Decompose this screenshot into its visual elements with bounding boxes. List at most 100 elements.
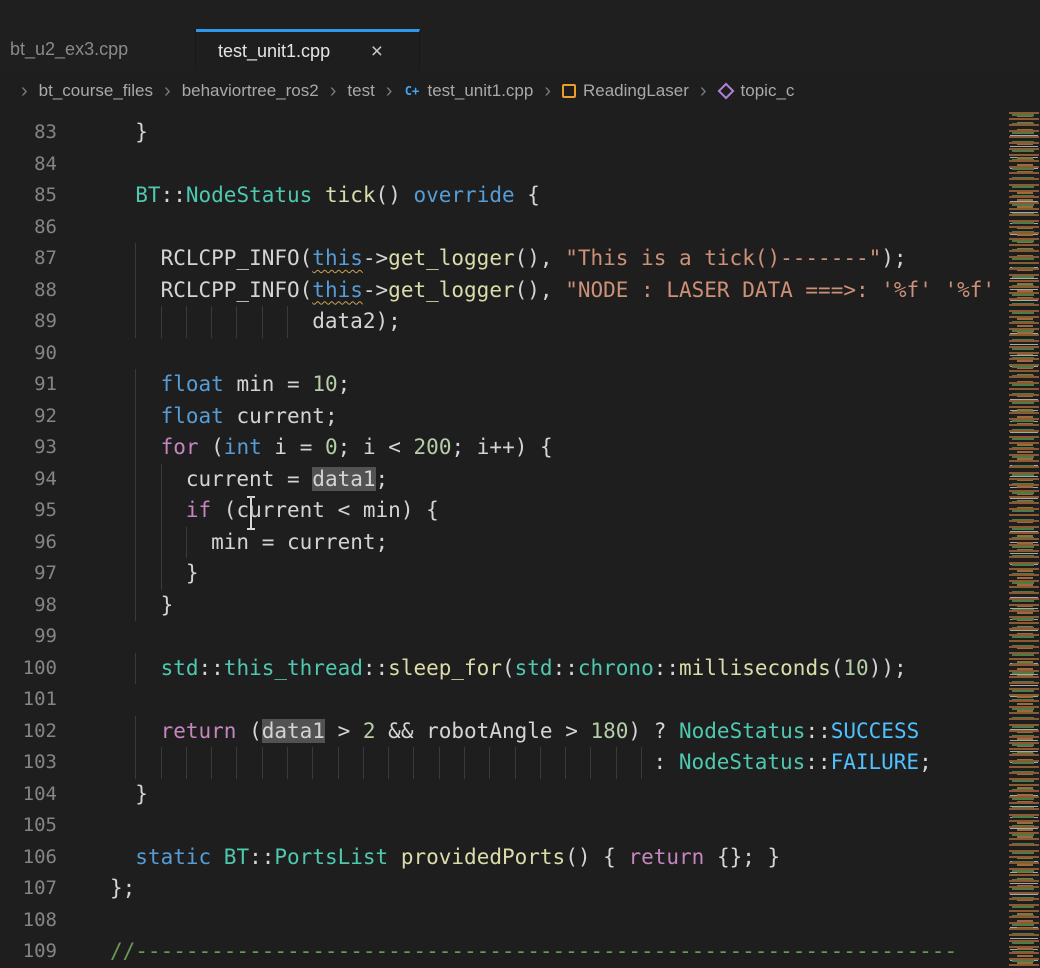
code-line-text[interactable]: float min = 10; <box>57 369 1040 401</box>
code-token: ); <box>881 246 906 270</box>
code-line-text[interactable]: if (current < min) { <box>57 495 1040 527</box>
code-token: PortsList <box>274 845 388 869</box>
code-line-text[interactable]: return (data1 > 2 && robotAngle > 180) ?… <box>57 716 1040 748</box>
vscode-window: bt_u2_ex3.cpp test_unit1.cpp× › bt_course_… <box>0 0 1040 968</box>
code-line-text[interactable]: }; <box>57 873 1040 905</box>
indent-guide <box>161 747 186 779</box>
indent-guide <box>135 716 160 748</box>
code-line: 108 <box>0 905 1040 937</box>
code-line-text[interactable]: data2); <box>57 306 1040 338</box>
code-editor[interactable]: 83}8485BT::NodeStatus tick() override {8… <box>0 112 1040 968</box>
indent-guide <box>135 558 160 590</box>
code-line-text[interactable] <box>57 684 1040 716</box>
code-token: milliseconds <box>679 656 831 680</box>
code-line-text[interactable]: } <box>57 590 1040 622</box>
indent <box>110 842 135 874</box>
code-line-text[interactable]: BT::NodeStatus tick() override { <box>57 180 1040 212</box>
close-icon[interactable]: × <box>371 41 383 62</box>
code-token: BT <box>135 183 160 207</box>
breadcrumb-item-topic_c[interactable]: topic_c <box>718 81 795 101</box>
code-token: ; <box>376 530 389 554</box>
code-line-text[interactable] <box>57 338 1040 370</box>
line-number: 95 <box>0 495 57 527</box>
indent-guide <box>464 747 489 779</box>
indent-guide <box>363 747 388 779</box>
code-line-text[interactable]: min = current; <box>57 527 1040 559</box>
indent <box>110 747 135 779</box>
breadcrumb-item-ReadingLaser[interactable]: ReadingLaser <box>562 81 689 101</box>
breadcrumb-item-behaviortree_ros2[interactable]: behaviortree_ros2 <box>182 81 319 101</box>
code-token: ; <box>919 750 932 774</box>
indent-guide <box>135 653 160 685</box>
code-token: current <box>287 530 376 554</box>
code-token: chrono <box>578 656 654 680</box>
code-token: 0 <box>325 435 338 459</box>
code-token: FAILURE <box>831 750 920 774</box>
line-number: 97 <box>0 558 57 590</box>
line-number: 88 <box>0 275 57 307</box>
code-token: ( <box>300 246 313 270</box>
code-line-text[interactable]: : NodeStatus::FAILURE; <box>57 747 1040 779</box>
indent-guide <box>338 747 363 779</box>
code-line-text[interactable] <box>57 212 1040 244</box>
breadcrumb-item-test_unit1.cpp[interactable]: C+test_unit1.cpp <box>403 81 533 101</box>
code-token: BT <box>224 845 249 869</box>
code-line-text[interactable] <box>57 905 1040 937</box>
code-token: static <box>135 845 211 869</box>
code-token: data1 <box>312 467 375 491</box>
code-token: < <box>376 435 414 459</box>
tab-label: bt_u2_ex3.cpp <box>10 39 128 60</box>
indent <box>110 243 135 275</box>
code-token: = <box>274 467 312 491</box>
code-token: ( <box>236 719 261 743</box>
code-line-text[interactable]: float current; <box>57 401 1040 433</box>
code-token: i <box>274 435 287 459</box>
breadcrumb-item-test[interactable]: test <box>347 81 374 101</box>
code-token: && <box>376 719 427 743</box>
code-line-text[interactable] <box>57 149 1040 181</box>
code-token: this <box>312 278 363 302</box>
code-line-text[interactable]: //--------------------------------------… <box>57 936 1040 968</box>
code-line-text[interactable] <box>57 621 1040 653</box>
code-line-text[interactable]: std::this_thread::sleep_for(std::chrono:… <box>57 653 1040 685</box>
code-token: :: <box>161 183 186 207</box>
tab-bt_u2_ex3.cpp[interactable]: bt_u2_ex3.cpp <box>0 29 196 70</box>
code-line: 91float min = 10; <box>0 369 1040 401</box>
indent-guide <box>641 747 654 779</box>
code-token: current <box>236 498 325 522</box>
breadcrumb-label: bt_course_files <box>39 81 153 101</box>
code-line-text[interactable]: static BT::PortsList providedPorts() { r… <box>57 842 1040 874</box>
code-token: data2 <box>312 309 375 333</box>
code-token: :: <box>199 656 224 680</box>
code-token: i <box>363 435 376 459</box>
breadcrumb-label: behaviortree_ros2 <box>182 81 319 101</box>
code-line-text[interactable]: RCLCPP_INFO(this->get_logger(), "This is… <box>57 243 1040 275</box>
code-token: return <box>161 719 237 743</box>
tab-test_unit1.cpp[interactable]: test_unit1.cpp× <box>196 29 420 70</box>
code-line-text[interactable]: } <box>57 117 1040 149</box>
minimap[interactable] <box>1008 112 1040 968</box>
code-token: get_logger <box>388 278 514 302</box>
breadcrumb-item-bt_course_files[interactable]: bt_course_files <box>39 81 153 101</box>
code-line-text[interactable] <box>57 810 1040 842</box>
code-token: sleep_for <box>388 656 502 680</box>
code-line: 101 <box>0 684 1040 716</box>
code-line-text[interactable]: } <box>57 779 1040 811</box>
code-line-text[interactable]: } <box>57 558 1040 590</box>
code-token: () { <box>565 845 628 869</box>
code-line-text[interactable]: for (int i = 0; i < 200; i++) { <box>57 432 1040 464</box>
code-token: ; <box>451 435 476 459</box>
code-token: (), <box>515 278 566 302</box>
code-line-text[interactable]: RCLCPP_INFO(this->get_logger(), "NODE : … <box>57 275 1040 307</box>
code-token: get_logger <box>388 246 514 270</box>
code-line-text[interactable]: current = data1; <box>57 464 1040 496</box>
code-token: SUCCESS <box>831 719 920 743</box>
chevron-right-icon: › <box>330 80 337 103</box>
code-token: : <box>654 750 679 774</box>
indent-guide <box>312 747 337 779</box>
code-token: 2 <box>363 719 376 743</box>
code-token: robotAngle <box>426 719 552 743</box>
indent <box>110 590 135 622</box>
breadcrumb-label: topic_c <box>741 81 795 101</box>
indent-guide <box>413 747 438 779</box>
